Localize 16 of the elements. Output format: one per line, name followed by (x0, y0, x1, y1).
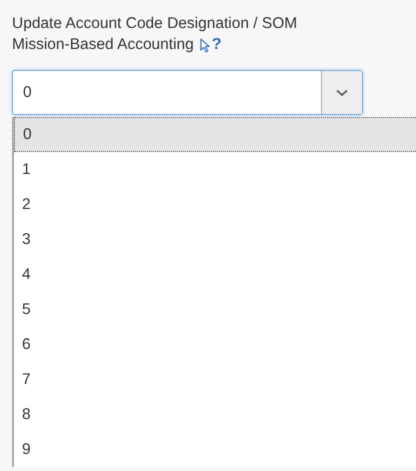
dropdown-option[interactable]: 3 (14, 222, 416, 257)
chevron-down-icon (336, 88, 348, 96)
dropdown-option[interactable]: 5 (14, 292, 416, 327)
cursor-icon (200, 38, 211, 53)
dropdown-option[interactable]: 7 (14, 362, 416, 397)
help-link[interactable]: ? (212, 36, 222, 54)
dropdown-option[interactable]: 6 (14, 327, 416, 362)
dropdown-option[interactable]: 1 (14, 152, 416, 187)
dropdown-field[interactable]: 0 (12, 70, 363, 115)
dropdown-option[interactable]: 2 (14, 187, 416, 222)
dropdown-option[interactable]: 8 (14, 397, 416, 432)
field-label: Update Account Code Designation / SOM (12, 15, 298, 33)
dropdown-option[interactable]: 0 (14, 117, 416, 152)
field-label: Mission-Based Accounting (12, 36, 194, 54)
dropdown-option[interactable]: 9 (14, 432, 416, 467)
dropdown-option[interactable]: 4 (14, 257, 416, 292)
